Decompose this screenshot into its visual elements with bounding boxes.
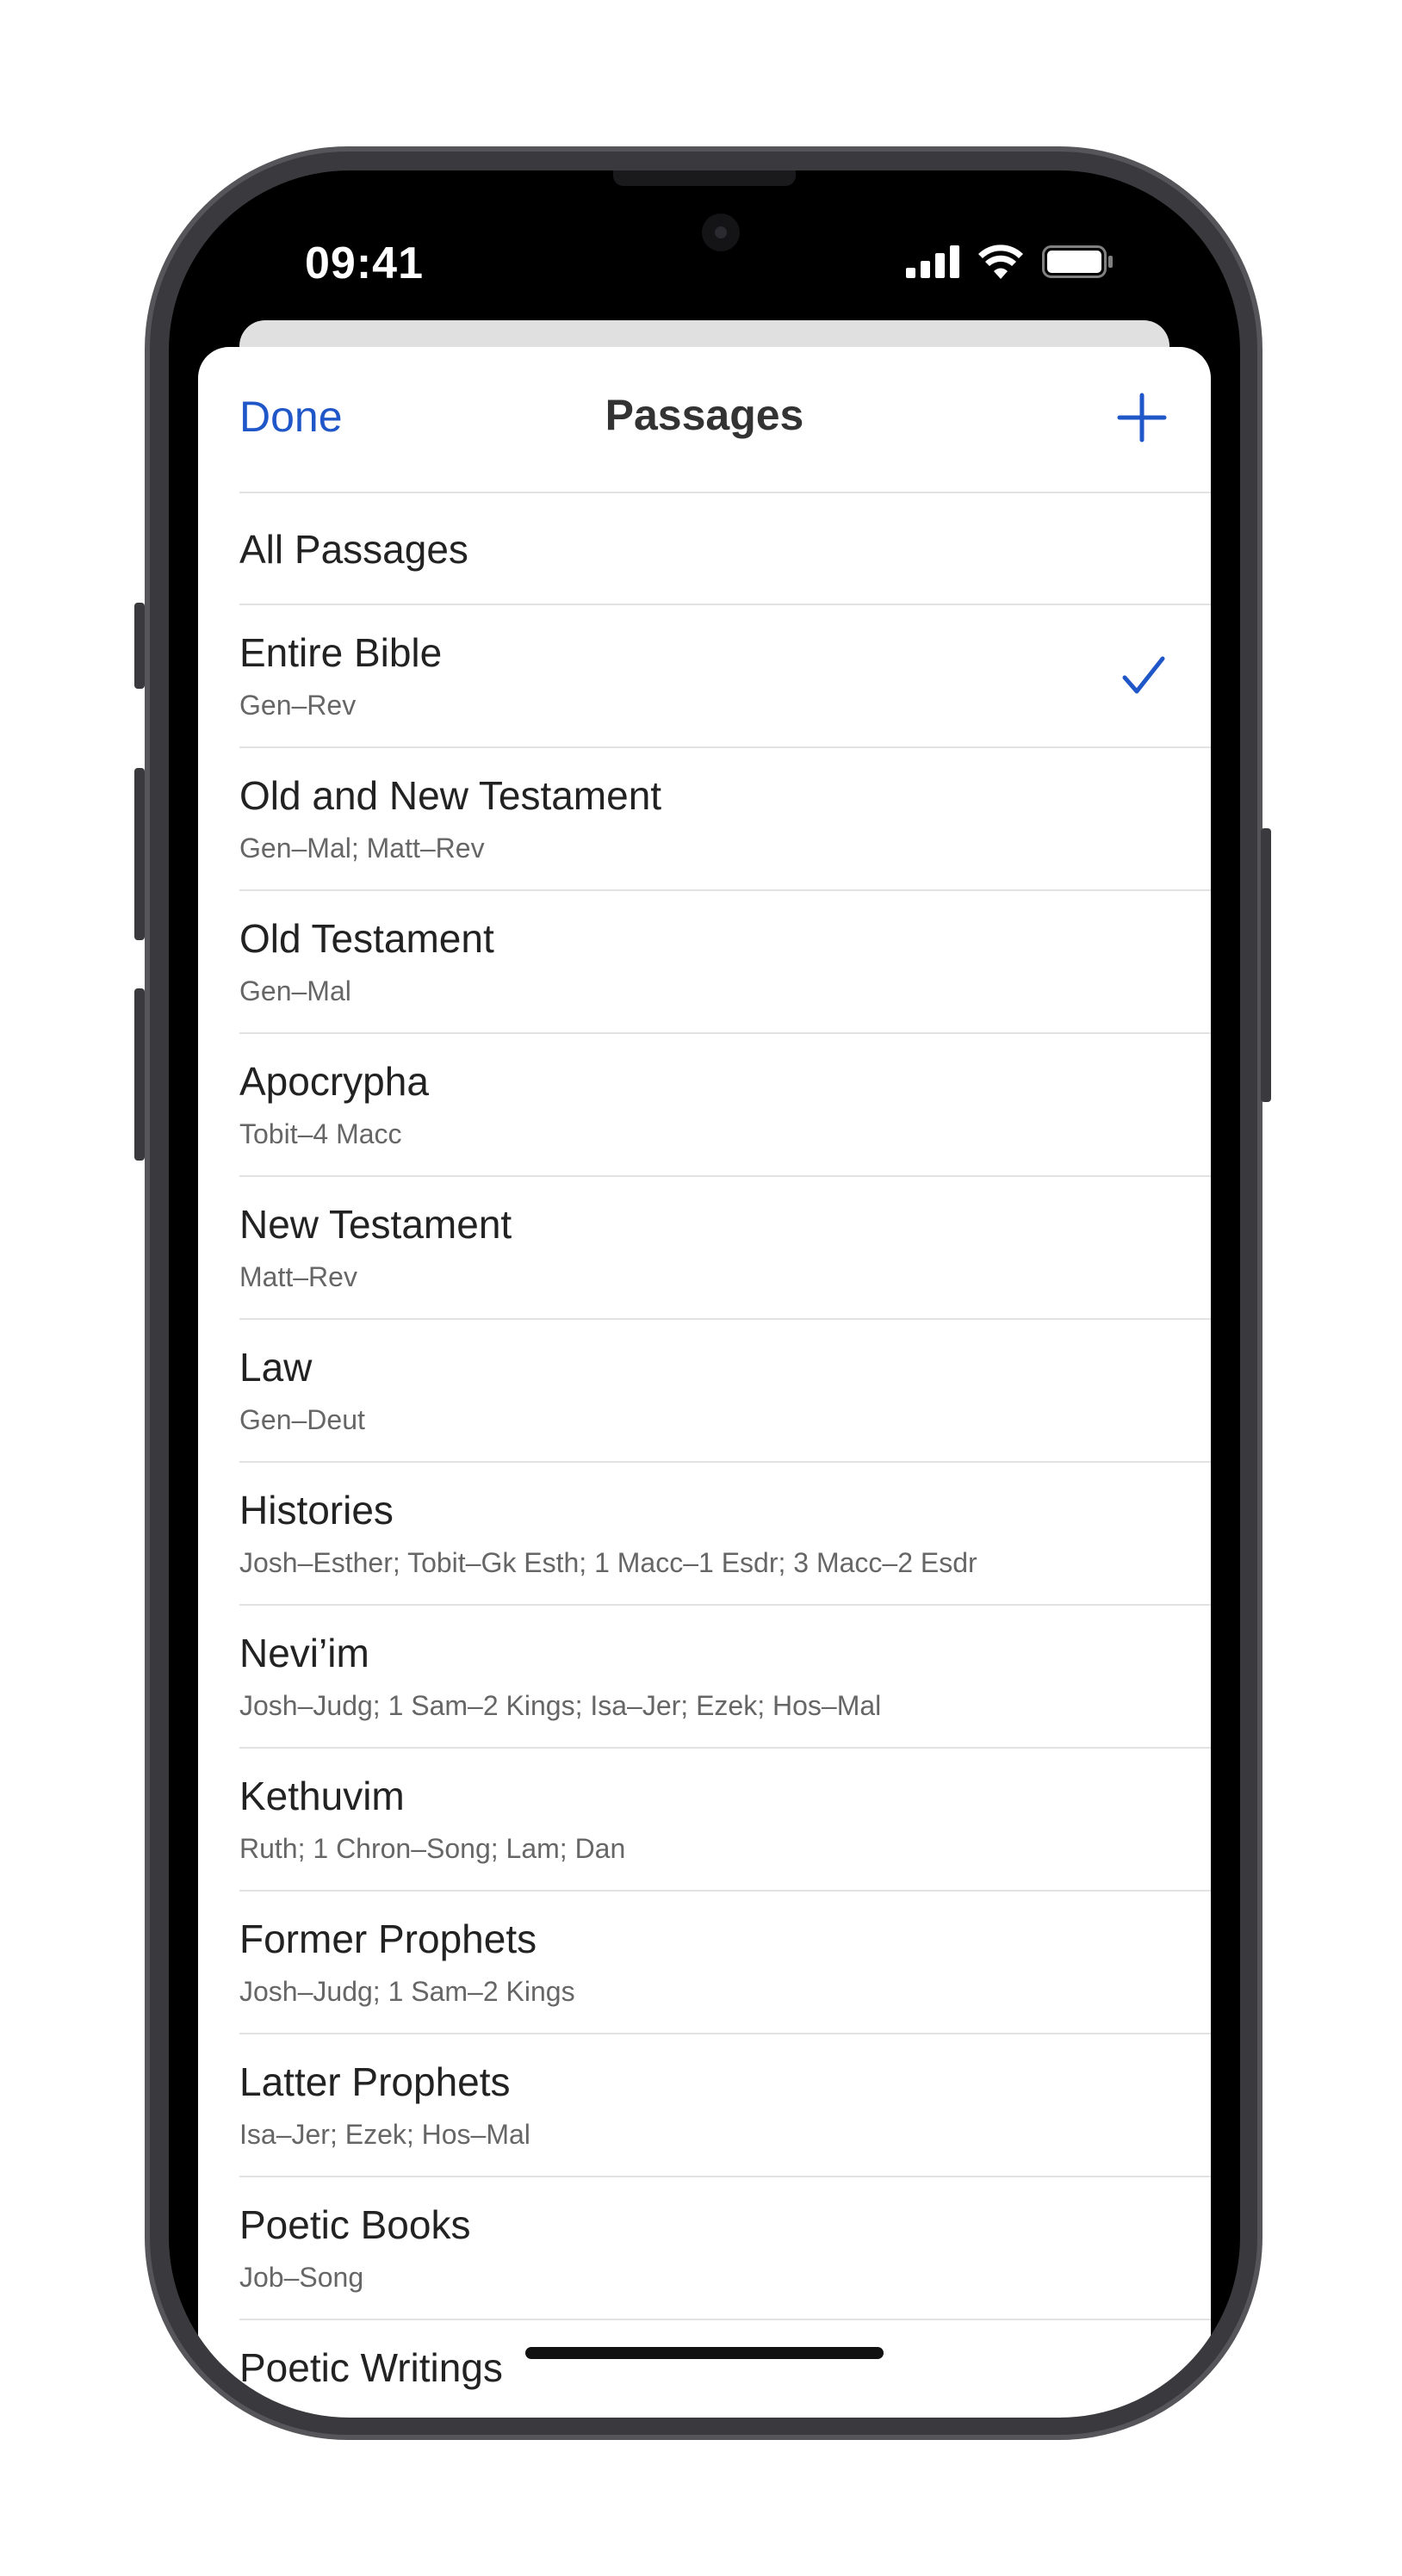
list-item[interactable]: New Testament Matt–Rev <box>239 1177 1211 1320</box>
list-item[interactable]: Histories Josh–Esther; Tobit–Gk Esth; 1 … <box>239 1463 1211 1606</box>
list-item-title: Old Testament <box>239 916 494 961</box>
status-time: 09:41 <box>305 238 424 288</box>
list-item[interactable]: Former Prophets Josh–Judg; 1 Sam–2 Kings <box>239 1892 1211 2034</box>
list-item-range: Gen–Deut <box>239 1404 365 1435</box>
list-item[interactable]: Kethuvim Ruth; 1 Chron–Song; Lam; Dan <box>239 1749 1211 1892</box>
list-item-range: Isa–Jer; Ezek; Hos–Mal <box>239 2119 530 2150</box>
checkmark-icon <box>1122 656 1165 694</box>
list-item-range: Matt–Rev <box>239 1261 357 1292</box>
list-item[interactable]: Entire Bible Gen–Rev <box>239 605 1211 748</box>
list-item-title: All Passages <box>239 527 468 572</box>
list-item[interactable]: Latter Prophets Isa–Jer; Ezek; Hos–Mal <box>239 2034 1211 2177</box>
list-item-range: Josh–Judg; 1 Sam–2 Kings <box>239 1976 575 2007</box>
list-item-range: Ruth; 1 Chron–Song; Lam; Dan <box>239 1833 626 1864</box>
list-item-title: Apocrypha <box>239 1059 429 1104</box>
add-icon[interactable] <box>1116 392 1168 443</box>
home-indicator[interactable] <box>525 2347 884 2359</box>
list-item[interactable]: Old and New Testament Gen–Mal; Matt–Rev <box>239 748 1211 891</box>
side-button <box>1261 828 1271 1102</box>
list-item-title: Poetic Books <box>239 2202 471 2247</box>
speaker-grille <box>613 170 796 186</box>
page-title: Passages <box>605 391 804 439</box>
list-item-title: Entire Bible <box>239 630 443 675</box>
screen: 09:41 Done Passages All Passages Entire … <box>169 170 1240 2418</box>
volume-down-button <box>134 988 145 1161</box>
list-item-title: Poetic Writings <box>239 2345 503 2390</box>
list-item[interactable]: Old Testament Gen–Mal <box>239 891 1211 1034</box>
passage-list: All Passages Entire Bible Gen–Rev Old an… <box>198 493 1211 2418</box>
list-item-title: Kethuvim <box>239 1774 405 1818</box>
list-item-range: Josh–Judg; 1 Sam–2 Kings; Isa–Jer; Ezek;… <box>239 1690 882 1721</box>
nav-bar: Done Passages <box>198 347 1211 492</box>
wifi-icon <box>978 245 1023 279</box>
status-icons <box>906 245 1113 279</box>
list-item-title: Former Prophets <box>239 1917 537 1961</box>
list-item-range: Gen–Mal; Matt–Rev <box>239 833 485 864</box>
list-item-range: Job–Song <box>239 2262 364 2293</box>
list-item-title: Latter Prophets <box>239 2059 511 2104</box>
cellular-signal-icon <box>906 245 959 278</box>
list-item-range: Tobit–4 Macc <box>239 1118 402 1149</box>
list-item-title: New Testament <box>239 1202 512 1247</box>
action-button <box>134 603 145 689</box>
passages-sheet: Done Passages All Passages Entire Bible … <box>198 347 1211 2418</box>
list-item-title: Law <box>239 1345 313 1390</box>
front-camera <box>702 214 740 251</box>
list-item-title: Old and New Testament <box>239 773 662 818</box>
volume-up-button <box>134 768 145 940</box>
list-item[interactable]: Poetic Writings <box>239 2320 1211 2418</box>
list-item-range: Josh–Esther; Tobit–Gk Esth; 1 Macc–1 Esd… <box>239 1547 977 1578</box>
list-item-range: Gen–Rev <box>239 690 357 721</box>
battery-icon <box>1042 245 1113 278</box>
list-item-title: Nevi’im <box>239 1631 369 1675</box>
list-item[interactable]: Law Gen–Deut <box>239 1320 1211 1463</box>
list-item-range: Gen–Mal <box>239 975 351 1006</box>
list-item-title: Histories <box>239 1488 394 1533</box>
list-item-all-passages[interactable]: All Passages <box>239 493 1211 605</box>
list-item[interactable]: Poetic Books Job–Song <box>239 2177 1211 2320</box>
list-item[interactable]: Nevi’im Josh–Judg; 1 Sam–2 Kings; Isa–Je… <box>239 1606 1211 1749</box>
list-item[interactable]: Apocrypha Tobit–4 Macc <box>239 1034 1211 1177</box>
